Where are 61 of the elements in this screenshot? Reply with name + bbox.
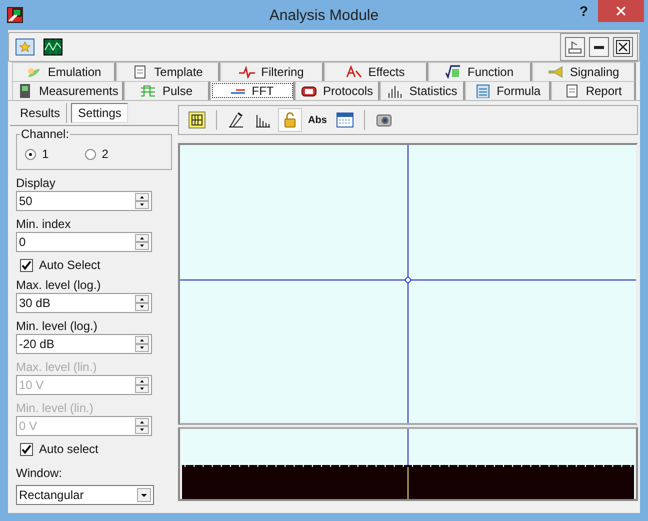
tab[interactable]: Effects xyxy=(324,62,428,81)
panel-tab[interactable]: Settings xyxy=(71,103,128,123)
hand-icon xyxy=(26,65,42,79)
chip-icon xyxy=(301,84,318,98)
field-label: Display xyxy=(16,176,56,190)
checkbox-label: Auto select xyxy=(39,442,98,456)
spin-field[interactable]: 50 xyxy=(16,191,152,211)
checkbox[interactable] xyxy=(20,442,33,456)
document-icon xyxy=(132,65,148,79)
group-label: Channel: xyxy=(20,127,70,141)
minimize-icon xyxy=(594,46,604,48)
printer-icon xyxy=(568,40,582,54)
minimize-button[interactable] xyxy=(589,37,609,57)
spin-field[interactable]: 0 xyxy=(16,232,152,252)
tab[interactable]: Protocols xyxy=(294,81,380,100)
field-label: Max. level (lin.) xyxy=(16,360,98,374)
window-dropdown[interactable]: Rectangular xyxy=(16,485,154,505)
tab[interactable]: Formula xyxy=(465,81,551,100)
field-label: Min. index xyxy=(16,217,72,231)
app-icon xyxy=(7,7,23,23)
field-label: Min. level (log.) xyxy=(16,319,98,333)
checkbox[interactable] xyxy=(20,258,33,272)
radio-button[interactable] xyxy=(25,148,36,160)
radio-button[interactable] xyxy=(84,148,96,160)
print-button[interactable] xyxy=(565,37,585,57)
field-label: Window: xyxy=(16,466,64,480)
tab[interactable]: Signaling xyxy=(532,62,636,81)
tab[interactable]: Report xyxy=(550,81,636,100)
radio-label: 2 xyxy=(102,147,108,161)
horn-icon xyxy=(548,65,564,79)
root-icon xyxy=(445,65,462,79)
spin-field[interactable]: 30 dB xyxy=(16,293,152,313)
close-icon xyxy=(616,6,626,16)
radio-label: 1 xyxy=(42,147,49,161)
spin-field[interactable]: -20 dB xyxy=(16,334,152,354)
tab[interactable]: Function xyxy=(428,62,532,81)
bar-chart-icon xyxy=(387,84,404,98)
tab[interactable]: Pulse xyxy=(124,81,210,100)
help-button[interactable]: ? xyxy=(569,0,598,22)
field-label: Min. level (lin.) xyxy=(16,401,94,415)
letter-icon xyxy=(346,65,362,79)
waveform-icon[interactable] xyxy=(43,38,63,56)
tab[interactable]: Statistics xyxy=(380,81,466,100)
tab[interactable]: Measurements xyxy=(12,81,124,100)
pulse-icon xyxy=(239,65,256,79)
tab[interactable]: Filtering xyxy=(220,62,324,81)
document-icon xyxy=(564,84,580,98)
list-icon xyxy=(474,84,491,98)
tab[interactable]: FFT xyxy=(210,81,295,100)
close-button[interactable] xyxy=(613,37,633,57)
checkbox-label: Auto Select xyxy=(39,258,100,272)
meter-icon xyxy=(17,84,33,98)
tab[interactable]: Emulation xyxy=(12,62,116,81)
close-icon xyxy=(616,40,630,54)
field-label: Max. level (log.) xyxy=(16,278,102,292)
tab[interactable]: Template xyxy=(116,62,220,81)
abs-button[interactable]: Abs xyxy=(305,108,330,132)
lock-icon[interactable] xyxy=(278,108,302,132)
window-title: Analysis Module xyxy=(269,6,379,24)
panel-tab[interactable]: Results xyxy=(14,103,68,123)
grid-icon xyxy=(140,84,156,98)
